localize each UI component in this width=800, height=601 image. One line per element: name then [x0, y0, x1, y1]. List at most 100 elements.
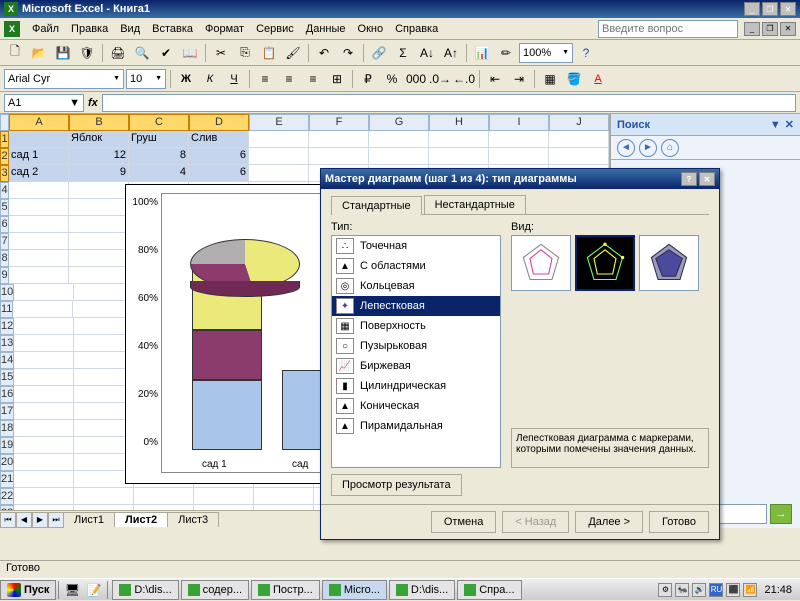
- next-button[interactable]: Далее >: [575, 511, 643, 533]
- chart-type-item[interactable]: ○Пузырьковая: [332, 336, 500, 356]
- taskbar-item[interactable]: D:\dis...: [112, 580, 178, 600]
- cell[interactable]: [249, 148, 309, 165]
- cell[interactable]: 12: [69, 148, 129, 165]
- undo-icon[interactable]: ↶: [313, 42, 335, 64]
- sheet-tab[interactable]: Лист2: [114, 512, 168, 527]
- menu-format[interactable]: Формат: [199, 21, 250, 37]
- help-icon[interactable]: ?: [575, 42, 597, 64]
- open-icon[interactable]: 📂: [28, 42, 50, 64]
- cell[interactable]: [69, 250, 129, 267]
- align-center-icon[interactable]: ≡: [278, 68, 300, 90]
- cell[interactable]: 9: [69, 165, 129, 182]
- taskbar-item[interactable]: D:\dis...: [389, 580, 455, 600]
- cell[interactable]: [429, 131, 489, 148]
- fill-color-icon[interactable]: 🪣: [563, 68, 585, 90]
- cell[interactable]: [429, 148, 489, 165]
- chart-type-item[interactable]: ▦Поверхность: [332, 316, 500, 336]
- menu-window[interactable]: Окно: [352, 21, 390, 37]
- cell[interactable]: [74, 488, 134, 505]
- research-icon[interactable]: 📖: [179, 42, 201, 64]
- dialog-help-button[interactable]: ?: [681, 172, 697, 186]
- start-button[interactable]: Пуск: [0, 580, 56, 600]
- cell[interactable]: [489, 131, 549, 148]
- comma-icon[interactable]: 000: [405, 68, 427, 90]
- menu-file[interactable]: Файл: [26, 21, 65, 37]
- home-icon[interactable]: ⌂: [661, 139, 679, 157]
- language-indicator[interactable]: RU: [709, 583, 723, 597]
- tray-icon[interactable]: ⬛: [726, 583, 740, 597]
- tray-icon[interactable]: 🔊: [692, 583, 706, 597]
- cell[interactable]: [9, 182, 69, 199]
- save-icon[interactable]: 💾: [52, 42, 74, 64]
- fx-icon[interactable]: fx: [88, 97, 98, 109]
- cell[interactable]: [14, 454, 74, 471]
- font-name-combo[interactable]: Arial Cyr▼: [4, 69, 124, 89]
- cell[interactable]: [69, 267, 129, 284]
- preview-result-button[interactable]: Просмотр результата: [331, 474, 462, 496]
- cell[interactable]: [249, 165, 309, 182]
- cell[interactable]: [14, 386, 74, 403]
- cell[interactable]: [14, 369, 74, 386]
- cell[interactable]: Слив: [189, 131, 249, 148]
- taskbar-item[interactable]: Micro...: [322, 580, 387, 600]
- cell[interactable]: [369, 148, 429, 165]
- cell[interactable]: [69, 216, 129, 233]
- permission-icon[interactable]: 🛡: [76, 42, 98, 64]
- sort-desc-icon[interactable]: A↑: [440, 42, 462, 64]
- formula-input[interactable]: [102, 94, 796, 112]
- subtype-option[interactable]: [639, 235, 699, 291]
- chart-type-item[interactable]: ▲Коническая: [332, 396, 500, 416]
- restore-button[interactable]: ❐: [762, 2, 778, 16]
- cell[interactable]: [14, 488, 74, 505]
- align-left-icon[interactable]: ≡: [254, 68, 276, 90]
- nav-back-icon[interactable]: ◄: [617, 139, 635, 157]
- tray-icon[interactable]: ⚙: [658, 583, 672, 597]
- cell[interactable]: [14, 403, 74, 420]
- cell[interactable]: сад 2: [9, 165, 69, 182]
- tab-nav-prev-icon[interactable]: ◀: [16, 512, 32, 528]
- cell[interactable]: [9, 267, 69, 284]
- subtype-option[interactable]: [511, 235, 571, 291]
- menu-view[interactable]: Вид: [114, 21, 146, 37]
- cell[interactable]: сад 1: [9, 148, 69, 165]
- taskbar-item[interactable]: содер...: [181, 580, 249, 600]
- italic-icon[interactable]: К: [199, 68, 221, 90]
- tab-standard[interactable]: Стандартные: [331, 196, 422, 215]
- decrease-indent-icon[interactable]: ⇤: [484, 68, 506, 90]
- cut-icon[interactable]: ✂: [210, 42, 232, 64]
- menu-edit[interactable]: Правка: [65, 21, 114, 37]
- cell[interactable]: [14, 471, 74, 488]
- taskbar-item[interactable]: Спра...: [457, 580, 521, 600]
- cancel-button[interactable]: Отмена: [431, 511, 496, 533]
- underline-icon[interactable]: Ч: [223, 68, 245, 90]
- ask-question-input[interactable]: [598, 20, 738, 38]
- sheet-tab[interactable]: Лист1: [63, 512, 115, 527]
- autosum-icon[interactable]: Σ: [392, 42, 414, 64]
- cell[interactable]: [9, 199, 69, 216]
- merge-icon[interactable]: ⊞: [326, 68, 348, 90]
- cell[interactable]: [9, 233, 69, 250]
- currency-icon[interactable]: ₽: [357, 68, 379, 90]
- cell[interactable]: [9, 250, 69, 267]
- sort-asc-icon[interactable]: A↓: [416, 42, 438, 64]
- chart-wizard-icon[interactable]: 📊: [471, 42, 493, 64]
- cell[interactable]: [549, 148, 609, 165]
- zoom-combo[interactable]: 100%▼: [519, 43, 573, 63]
- preview-icon[interactable]: 🔍: [131, 42, 153, 64]
- hyperlink-icon[interactable]: 🔗: [368, 42, 390, 64]
- cell[interactable]: [194, 488, 254, 505]
- subtype-option[interactable]: [575, 235, 635, 291]
- name-box[interactable]: A1▼: [4, 94, 84, 112]
- cell[interactable]: 6: [189, 165, 249, 182]
- print-icon[interactable]: 🖨: [107, 42, 129, 64]
- nav-forward-icon[interactable]: ►: [639, 139, 657, 157]
- decrease-decimal-icon[interactable]: ←.0: [453, 68, 475, 90]
- mdi-close-button[interactable]: ✕: [780, 22, 796, 36]
- cell[interactable]: [14, 352, 74, 369]
- finish-button[interactable]: Готово: [649, 511, 709, 533]
- cell[interactable]: [369, 131, 429, 148]
- go-button[interactable]: →: [770, 504, 792, 524]
- close-button[interactable]: ✕: [780, 2, 796, 16]
- chart-type-item[interactable]: ✦Лепестковая: [332, 296, 500, 316]
- cell[interactable]: Яблок: [69, 131, 129, 148]
